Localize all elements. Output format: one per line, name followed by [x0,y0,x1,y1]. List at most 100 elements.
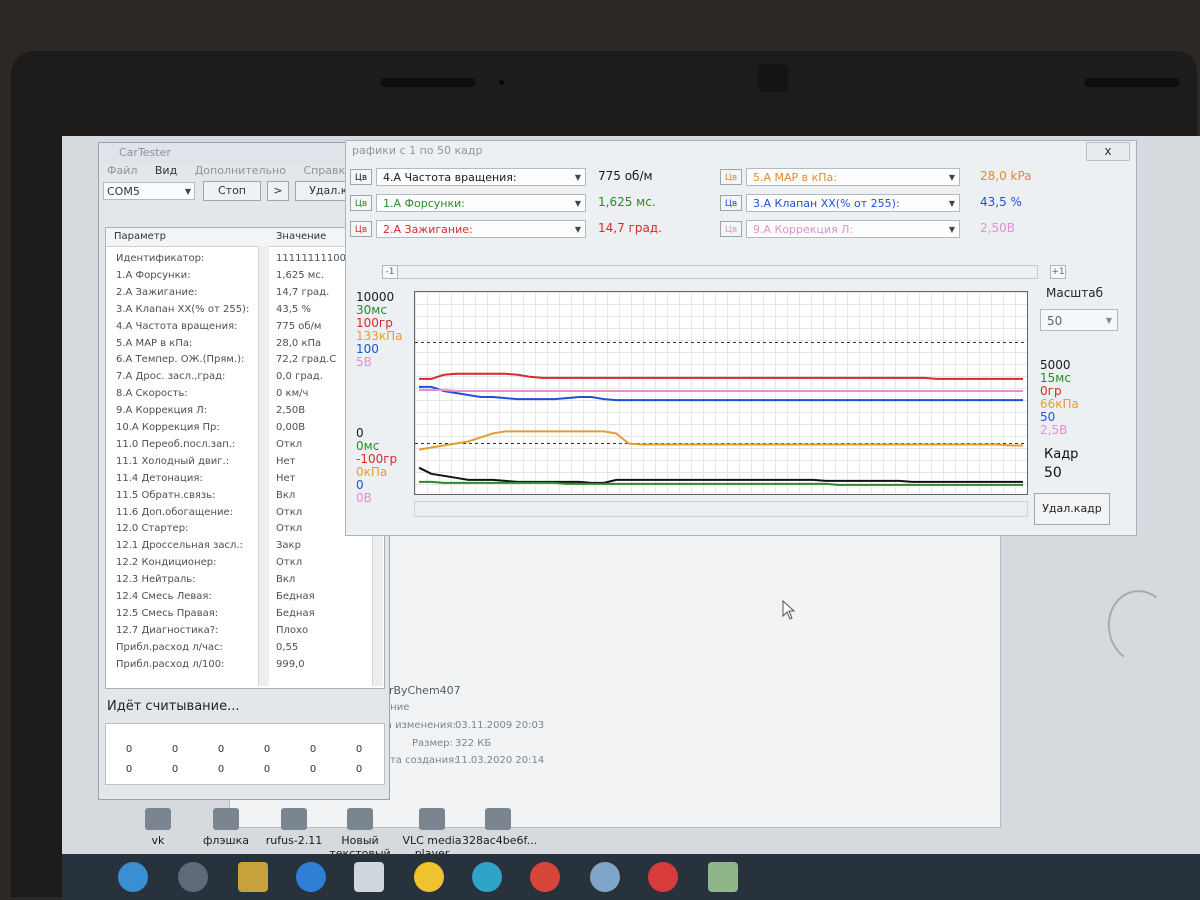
menu-view[interactable]: Вид [155,164,177,177]
param-row[interactable]: 11.0 Переоб.посл.зап.: Откл [106,436,384,453]
param-name: 11.1 Холодный двиг.: [116,455,230,467]
color-button[interactable]: Цв [350,169,372,185]
yandex-icon[interactable] [530,862,560,892]
param-value: 0,00В [276,422,306,433]
param-select-value: 1.A Форсунки: [383,197,465,210]
slider-minus-button[interactable]: -1 [382,265,398,279]
param-row[interactable]: 11.1 Холодный двиг.: Нет [106,453,384,470]
scale-select[interactable]: 50 ▼ [1040,309,1118,331]
axis-label: 100гр [356,316,393,330]
raw-data-cell: 0 [217,744,225,755]
color-button[interactable]: Цв [720,221,742,237]
param-name: Прибл.расход л/100: [116,658,225,670]
folder-icon[interactable] [238,862,268,892]
taskbar-cartester-icon[interactable] [354,862,384,892]
param-row[interactable]: 12.1 Дроссельная засл.: Закр [106,537,384,554]
param-current-value: 775 об/м [598,169,653,183]
param-row[interactable]: 1.A Форсунки: 1,625 мс. [106,267,384,284]
taskbar-chart-app-icon[interactable] [708,862,738,892]
plot-scrollbar[interactable] [414,501,1028,517]
param-row[interactable]: 12.7 Диагностика?: Плохо [106,622,384,639]
param-col-scrollbar[interactable] [258,246,269,686]
slider-plus-button[interactable]: +1 [1050,265,1066,279]
desktop-icon-label: 328ac4be6f... [462,834,538,847]
ie-icon[interactable] [296,862,326,892]
param-select[interactable]: 4.A Частота вращения: ▼ [376,168,586,186]
file-icon [419,808,445,830]
axis-label: 0мс [356,439,380,453]
param-row[interactable]: 4.A Частота вращения: 775 об/м [106,318,384,335]
params-grid: Параметр Значение Идентификатор: 1111111… [105,227,385,689]
param-select[interactable]: 1.A Форсунки: ▼ [376,194,586,212]
param-select[interactable]: 3.A Клапан ХХ(% от 255): ▼ [746,194,960,212]
param-row[interactable]: 12.2 Кондиционер: Откл [106,554,384,571]
param-row[interactable]: 9.A Коррекция Л: 2,50В [106,402,384,419]
param-row[interactable]: 7.A Дрос. засл.,град: 0,0 град. [106,368,384,385]
param-value: Откл [276,523,303,535]
desktop-icon[interactable]: vk [122,808,194,847]
param-row[interactable]: 12.4 Смесь Левая: Бедная [106,588,384,605]
param-value: 0,55 [276,641,299,653]
param-name: 12.0 Стартер: [116,523,189,535]
taskbar-app-icon[interactable] [414,862,444,892]
menu-file[interactable]: Файл [107,164,137,177]
taskbar-app-icon[interactable] [178,862,208,892]
axis-label: 0 [356,426,364,440]
series-line [418,430,1023,451]
param-select[interactable]: 2.A Зажигание: ▼ [376,220,586,238]
graph-close-button[interactable]: x [1086,142,1130,161]
desktop-icon[interactable]: флэшка [190,808,262,847]
param-value: 2,50В [276,405,306,417]
col-header-param[interactable]: Параметр [106,228,272,247]
axis-label: -100гр [356,452,398,466]
axis-label: 0гр [1040,384,1062,398]
param-select[interactable]: 9.A Коррекция Л: ▼ [746,220,960,238]
color-button[interactable]: Цв [350,221,372,237]
desktop-icon[interactable]: VLC media player [396,808,468,860]
param-row[interactable]: 3.A Клапан ХХ(% от 255): 43,5 % [106,301,384,318]
param-row[interactable]: Прибл.расход л/час: 0,55 [106,639,384,656]
param-row[interactable]: 8.A Скорость: 0 км/ч [106,385,384,402]
param-value: 999,0 [276,658,305,670]
param-current-value: 43,5 % [980,195,1022,209]
param-row[interactable]: Прибл.расход л/100: 999,0 [106,656,384,673]
param-row[interactable]: 2.A Зажигание: 14,7 град. [106,284,384,301]
param-value: Закр [276,540,301,552]
param-row[interactable]: 10.A Коррекция Пр: 0,00В [106,419,384,436]
color-button[interactable]: Цв [350,195,372,211]
color-button[interactable]: Цв [720,195,742,211]
param-value: 1,625 мс. [276,269,325,281]
desktop-icon[interactable]: rufus-2.11 [258,808,330,847]
param-row[interactable]: Идентификатор: 1111111110000 [106,250,384,267]
color-button[interactable]: Цв [720,169,742,185]
param-row[interactable]: 12.5 Смесь Правая: Бедная [106,605,384,622]
param-row[interactable]: 12.3 Нейтраль: Вкл [106,571,384,588]
yandex-browser-icon[interactable] [648,862,678,892]
param-name: 4.A Частота вращения: [116,320,238,332]
param-row[interactable]: 5.A MAP в кПа: 28,0 кПа [106,335,384,352]
start-button-icon[interactable] [118,862,148,892]
desktop-icon[interactable]: 328ac4be6f... [462,808,538,847]
param-row[interactable]: 6.A Темпер. ОЖ.(Прям.): 72,2 град.С [106,351,384,368]
param-name: 11.0 Переоб.посл.зап.: [116,438,236,450]
param-value: 72,2 град.С [276,354,337,366]
stop-button[interactable]: Стоп [203,181,261,201]
param-name: 5.A MAP в кПа: [116,337,193,349]
param-row[interactable]: 11.5 Обратн.связь: Вкл [106,487,384,504]
param-row[interactable]: 12.0 Стартер: Откл [106,520,384,537]
param-row[interactable]: 11.6 Доп.обогащение: Откл [106,504,384,521]
chrome-icon[interactable] [472,862,502,892]
param-row[interactable]: 11.4 Детонация: Нет [106,470,384,487]
menu-extra[interactable]: Дополнительно [195,164,286,177]
desktop-icon-label: vk [151,834,165,847]
skype-icon[interactable] [590,862,620,892]
frame-label: Кадр [1044,447,1079,462]
com-port-select[interactable]: COM5 ▼ [103,182,195,200]
frame-slider[interactable] [384,265,1038,279]
raw-data-cell: 0 [125,764,133,775]
status-text: Идёт считывание... [107,699,240,714]
graph-delete-frame-button[interactable]: Удал.кадр [1034,493,1110,525]
param-select[interactable]: 5.A MAP в кПа: ▼ [746,168,960,186]
raw-data-cell: 0 [355,764,363,775]
next-button[interactable]: > [267,181,289,201]
